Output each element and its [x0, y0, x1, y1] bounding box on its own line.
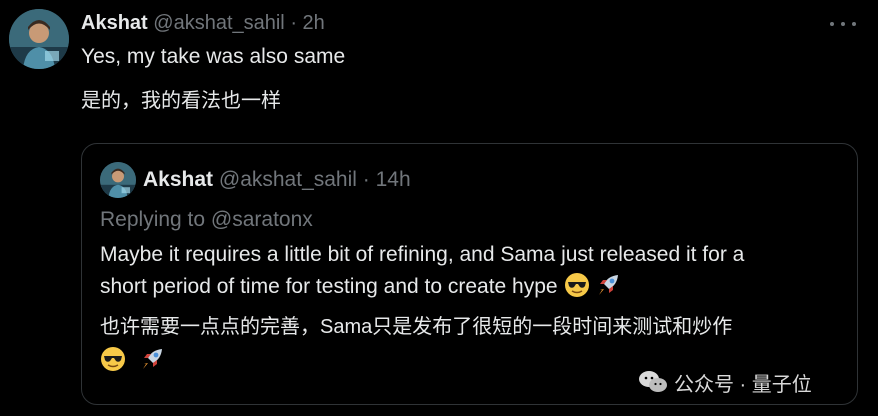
quoted-header: Akshat @akshat_sahil · 14h: [143, 166, 411, 194]
sunglasses-emoji: [100, 346, 126, 372]
author-handle[interactable]: @akshat_sahil: [153, 12, 284, 34]
more-icon-dot: [852, 22, 856, 26]
tweet-header: Akshat @akshat_sahil · 2h: [81, 10, 325, 36]
separator: ·: [290, 12, 297, 34]
replying-to[interactable]: Replying to @saratonx: [100, 205, 313, 235]
tweet-text: Yes, my take was also same: [81, 45, 346, 68]
avatar-icon: [100, 162, 136, 198]
tweet: Akshat @akshat_sahil · 2h Yes, my take w…: [0, 0, 878, 416]
more-icon: [830, 22, 834, 26]
separator: ·: [362, 168, 370, 191]
author-name[interactable]: Akshat: [81, 12, 148, 34]
watermark: 公众号 · 量子位: [638, 366, 812, 398]
quoted-text-line: short period of time for testing and to …: [100, 275, 558, 298]
avatar[interactable]: [9, 9, 69, 69]
quoted-timestamp[interactable]: 14h: [376, 168, 411, 191]
rocket-emoji: [140, 346, 166, 372]
quoted-avatar[interactable]: [100, 162, 136, 198]
watermark-text: 公众号 · 量子位: [674, 373, 812, 396]
quoted-text: Maybe it requires a little bit of refini…: [100, 239, 840, 303]
quoted-text-line-with-emoji: short period of time for testing and to …: [100, 271, 840, 303]
rocket-emoji: [596, 272, 622, 298]
more-icon-dot: [841, 22, 845, 26]
quoted-author-name[interactable]: Akshat: [143, 168, 213, 191]
quoted-text-translation-line: 也许需要一点点的完善，Sama只是发布了很短的一段时间来测试和炒作: [100, 316, 733, 338]
wechat-icon: [638, 369, 668, 395]
sunglasses-emoji: [564, 272, 590, 298]
avatar-icon: [9, 9, 69, 69]
quoted-author-handle[interactable]: @akshat_sahil: [219, 168, 357, 191]
tweet-text-translation: 是的，我的看法也一样: [81, 90, 281, 112]
more-button[interactable]: [830, 14, 856, 34]
quoted-text-line: Maybe it requires a little bit of refini…: [100, 243, 745, 266]
timestamp[interactable]: 2h: [303, 12, 325, 34]
